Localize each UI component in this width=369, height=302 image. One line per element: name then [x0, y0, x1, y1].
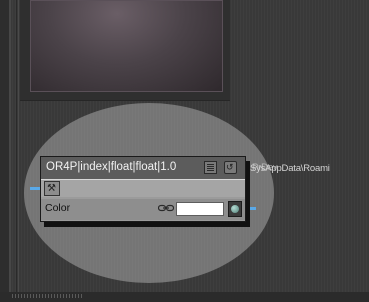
divider-highlight [18, 0, 19, 302]
parameter-row-color: Color [41, 199, 245, 220]
output-port[interactable] [248, 207, 256, 210]
wrench-glyph: ⚒ [47, 183, 56, 194]
link-icon[interactable] [158, 204, 174, 212]
divider [16, 0, 17, 302]
color-picker-icon[interactable] [228, 201, 242, 217]
wrench-icon[interactable]: ⚒ [44, 181, 60, 196]
parameter-label: Color [45, 202, 71, 214]
list-lines [207, 164, 214, 171]
shader-node[interactable]: OR4P|index|float|float|1.0 ↺ ⚒ Color [40, 156, 246, 222]
left-panel-edge[interactable] [9, 0, 11, 302]
color-value-field[interactable] [176, 202, 224, 216]
resize-grip[interactable] [12, 294, 82, 298]
list-icon[interactable] [204, 161, 217, 174]
toggle-glyph: ↺ [226, 162, 234, 172]
toggle-icon[interactable]: ↺ [224, 161, 237, 174]
material-preview [30, 0, 223, 92]
node-title: OR4P|index|float|float|1.0 [46, 161, 177, 173]
picker-dot [231, 205, 239, 213]
input-port[interactable] [30, 187, 40, 190]
node-header[interactable]: OR4P|index|float|float|1.0 ↺ [41, 157, 245, 180]
left-panel-strip [0, 0, 9, 302]
node-toolbar: ⚒ [41, 180, 245, 197]
overflow-path-text: SysAppData\Roami [250, 163, 330, 174]
